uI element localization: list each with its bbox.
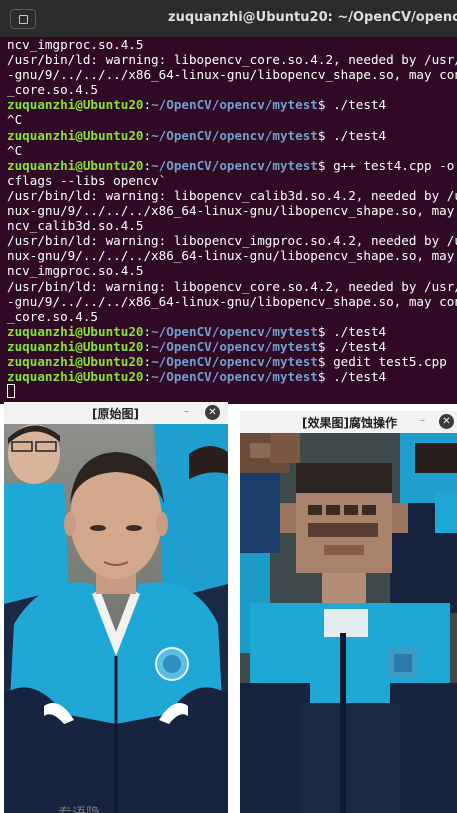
terminal-line: ncv_imgproc.so.4.5 [7,37,457,52]
terminal-line: ^C [7,143,457,158]
effect-image-titlebar[interactable]: [效果图]腐蚀操作 – ✕ [240,411,457,433]
effect-image-window[interactable]: [效果图]腐蚀操作 – ✕ [240,411,457,813]
terminal-line: nux-gnu/9/../../../x86_64-linux-gnu/libo… [7,248,457,263]
terminal-line: /usr/bin/ld: warning: libopencv_imgproc.… [7,233,457,248]
original-image [4,424,228,813]
effect-image-title: [效果图]腐蚀操作 [302,416,397,430]
output-text: /usr/bin/ld: warning: libopencv_calib3d.… [7,187,457,203]
terminal-line: ncv_calib3d.so.4.5 [7,218,457,233]
terminal-line: ncv_imgproc.so.4.5 [7,263,457,278]
close-icon[interactable]: ✕ [439,414,454,429]
close-icon[interactable]: ✕ [205,405,220,420]
bottom-text: 专语隐 [58,803,100,813]
output-text: ^C [7,112,23,128]
terminal-titlebar[interactable]: zuquanzhi@Ubuntu20: ~/OpenCV/opencv/myte… [0,0,457,37]
prompt-user: zuquanzhi@Ubuntu20 [7,338,144,354]
prompt-path: ~/OpenCV/opencv/mytest [151,369,318,385]
terminal-line: zuquanzhi@Ubuntu20:~/OpenCV/opencv/mytes… [7,323,387,339]
minimize-icon[interactable]: – [184,406,189,417]
terminal-line: nux-gnu/9/../../../x86_64-linux-gnu/libo… [7,203,457,218]
prompt-user: zuquanzhi@Ubuntu20 [7,157,144,173]
terminal-line: zuquanzhi@Ubuntu20:~/OpenCV/opencv/mytes… [7,127,387,143]
terminal-output[interactable]: ncv_imgproc.so.4.5/usr/bin/ld: warning: … [7,37,457,399]
output-text: ncv_calib3d.so.4.5 [7,218,144,234]
command-text: ./test4 [333,97,387,113]
output-text: nux-gnu/9/../../../x86_64-linux-gnu/libo… [7,248,455,264]
terminal-line [7,384,457,399]
terminal-line: zuquanzhi@Ubuntu20:~/OpenCV/opencv/mytes… [7,338,387,354]
output-text: ncv_imgproc.so.4.5 [7,37,144,52]
output-text: -gnu/9/../../../x86_64-linux-gnu/libopen… [7,67,457,83]
prompt-path: ~/OpenCV/opencv/mytest [151,127,318,143]
output-text: cflags --libs opencv` [7,172,167,188]
original-image-title: [原始图] [92,407,139,421]
prompt-path: ~/OpenCV/opencv/mytest [151,338,318,354]
terminal-line: zuquanzhi@Ubuntu20:~/OpenCV/opencv/mytes… [7,353,447,369]
output-text: _core.so.4.5 [7,308,98,324]
output-text: /usr/bin/ld: warning: libopencv_imgproc.… [7,233,457,249]
original-image-titlebar[interactable]: [原始图] – ✕ [4,402,228,424]
text-cursor [7,384,15,399]
prompt-path: ~/OpenCV/opencv/mytest [151,157,318,173]
terminal-line: cflags --libs opencv` [7,173,457,188]
minimize-icon[interactable]: – [420,415,425,426]
prompt-user: zuquanzhi@Ubuntu20 [7,97,144,113]
prompt-path: ~/OpenCV/opencv/mytest [151,97,318,113]
new-tab-icon[interactable] [10,9,36,29]
terminal-line: -gnu/9/../../../x86_64-linux-gnu/libopen… [7,67,457,82]
prompt-user: zuquanzhi@Ubuntu20 [7,353,144,369]
output-text: /usr/bin/ld: warning: libopencv_core.so.… [7,278,457,294]
prompt-path: ~/OpenCV/opencv/mytest [151,323,318,339]
prompt-path: ~/OpenCV/opencv/mytest [151,353,318,369]
command-text: ./test4 [333,127,387,143]
output-text: -gnu/9/../../../x86_64-linux-gnu/libopen… [7,293,457,309]
prompt-user: zuquanzhi@Ubuntu20 [7,323,144,339]
terminal-line: zuquanzhi@Ubuntu20:~/OpenCV/opencv/mytes… [7,97,387,113]
output-text: ^C [7,142,23,158]
terminal-line: -gnu/9/../../../x86_64-linux-gnu/libopen… [7,294,457,309]
prompt-user: zuquanzhi@Ubuntu20 [7,369,144,385]
terminal-line: _core.so.4.5 [7,82,457,97]
command-text: ./test4 [333,323,387,339]
original-image-window[interactable]: [原始图] – ✕ [4,402,228,813]
prompt-user: zuquanzhi@Ubuntu20 [7,127,144,143]
command-text: gedit test5.cpp [333,353,447,369]
output-text: /usr/bin/ld: warning: libopencv_core.so.… [7,52,457,68]
terminal-line: /usr/bin/ld: warning: libopencv_calib3d.… [7,188,457,203]
command-text: ./test4 [333,369,387,385]
output-text: ncv_imgproc.so.4.5 [7,263,144,279]
terminal-line: ^C [7,112,457,127]
terminal-line: _core.so.4.5 [7,309,457,324]
effect-image [240,433,457,813]
terminal-line: /usr/bin/ld: warning: libopencv_core.so.… [7,52,457,67]
terminal-line: zuquanzhi@Ubuntu20:~/OpenCV/opencv/mytes… [7,157,455,173]
terminal-line: /usr/bin/ld: warning: libopencv_core.so.… [7,279,457,294]
terminal-line: zuquanzhi@Ubuntu20:~/OpenCV/opencv/mytes… [7,369,387,385]
terminal-title: zuquanzhi@Ubuntu20: ~/OpenCV/opencv/myte… [168,10,457,25]
command-text: g++ test4.cpp -o [333,157,455,173]
command-text: ./test4 [333,338,387,354]
output-text: nux-gnu/9/../../../x86_64-linux-gnu/libo… [7,203,455,219]
terminal-window[interactable]: zuquanzhi@Ubuntu20: ~/OpenCV/opencv/myte… [0,0,457,404]
output-text: _core.so.4.5 [7,82,98,98]
